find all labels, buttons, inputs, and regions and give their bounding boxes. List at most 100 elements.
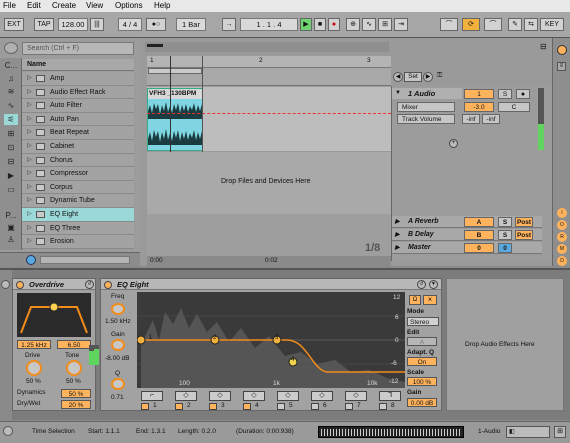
- adapt-q-toggle[interactable]: On: [407, 357, 437, 366]
- return-a-row[interactable]: ▶ A Reverb A S Post: [392, 216, 542, 228]
- band-enable-toggle[interactable]: [175, 403, 183, 410]
- audio-effect-drop-zone[interactable]: Drop Audio Effects Here: [446, 278, 564, 411]
- band-enable-toggle[interactable]: [243, 403, 251, 410]
- expand-icon[interactable]: ▷: [27, 140, 32, 153]
- punch-out-icon[interactable]: ⌒: [484, 18, 502, 31]
- eq8-power-icon[interactable]: [104, 281, 112, 289]
- quantize-select[interactable]: 1 Bar: [176, 18, 206, 31]
- expand-icon[interactable]: ▷: [27, 154, 32, 167]
- freq-knob[interactable]: [111, 303, 125, 315]
- song-position-field[interactable]: 1 . 1 . 4: [240, 18, 298, 31]
- volume-field[interactable]: -3.0: [464, 102, 494, 112]
- automation-arm-icon[interactable]: ∿: [362, 18, 376, 31]
- fold-track-icon[interactable]: ▼: [395, 90, 403, 98]
- stop-button[interactable]: ■: [314, 18, 326, 31]
- device-chain-toggle-icon[interactable]: ⊞: [554, 426, 566, 438]
- master-row[interactable]: ▶ Master 0 0: [392, 242, 542, 254]
- menu-create[interactable]: Create: [52, 1, 76, 10]
- expand-icon[interactable]: ▷: [27, 113, 32, 126]
- plugins-icon[interactable]: ⊟: [4, 156, 18, 167]
- return-a-activator[interactable]: A: [464, 217, 494, 227]
- drive-knob[interactable]: [26, 360, 42, 376]
- play-master-icon[interactable]: ▶: [395, 242, 400, 254]
- band-enable-toggle[interactable]: [345, 403, 353, 410]
- eq8-title[interactable]: EQ Eight: [101, 279, 441, 290]
- band-filter-type-icon[interactable]: ◇: [175, 391, 197, 401]
- return-b-solo[interactable]: S: [498, 230, 512, 240]
- browser-item[interactable]: ▷ Compressor: [22, 167, 134, 181]
- band-filter-type-icon[interactable]: ᒣ: [379, 391, 401, 401]
- expand-icon[interactable]: ▷: [27, 194, 32, 207]
- preview-icon[interactable]: [26, 255, 36, 265]
- dynamics-field[interactable]: 50 %: [61, 389, 91, 398]
- delay-toggle-icon[interactable]: D: [557, 256, 567, 266]
- drop-zone[interactable]: Drop Files and Devices Here: [147, 152, 391, 214]
- menu-options[interactable]: Options: [115, 1, 143, 10]
- arrangement-record-icon[interactable]: [557, 45, 567, 55]
- tempo-nudge-button[interactable]: |||: [90, 18, 104, 31]
- punch-in-icon[interactable]: ⌒: [440, 18, 458, 31]
- browser-name-header[interactable]: Name: [22, 59, 134, 71]
- audio-clip[interactable]: VFH3 _130BPM: [147, 88, 203, 151]
- return-b-row[interactable]: ▶ B Delay B S Post: [392, 229, 542, 241]
- time-ruler-bottom[interactable]: 0:00 0:02: [147, 256, 391, 266]
- menu-help[interactable]: Help: [154, 1, 170, 10]
- solo-button[interactable]: S: [498, 89, 512, 99]
- expand-icon[interactable]: ▷: [27, 167, 32, 180]
- play-return-b-icon[interactable]: ▶: [395, 229, 400, 241]
- eq-graph[interactable]: [137, 292, 405, 388]
- key-map-button[interactable]: KEY: [540, 18, 564, 31]
- ext-sync-button[interactable]: EXT: [4, 18, 24, 31]
- places-icon[interactable]: P...: [4, 210, 18, 221]
- overview-clip-strip[interactable]: [318, 426, 464, 438]
- browser-item[interactable]: ▷ Cabinet: [22, 140, 134, 154]
- band-enable-toggle[interactable]: [379, 403, 387, 410]
- expand-icon[interactable]: ▷: [27, 208, 32, 221]
- overview-bar[interactable]: [145, 42, 389, 52]
- grid-fraction[interactable]: 1/8: [365, 242, 380, 254]
- overdrive-width-field[interactable]: 6.50: [57, 340, 91, 349]
- cpu-icon[interactable]: ⇆: [524, 18, 538, 31]
- expand-icon[interactable]: ▷: [27, 86, 32, 99]
- add-envelope-icon[interactable]: +: [449, 139, 458, 148]
- prev-locator-icon[interactable]: ◀: [393, 72, 403, 82]
- browser-item[interactable]: ▷ Amp: [22, 72, 134, 86]
- browser-item[interactable]: ▷ Auto Pan: [22, 112, 134, 127]
- drywet-field[interactable]: 20 %: [61, 400, 91, 409]
- search-input[interactable]: Search (Ctrl + F): [22, 42, 134, 55]
- overdrive-title[interactable]: Overdrive: [13, 279, 95, 290]
- band-filter-type-icon[interactable]: ⌐: [141, 391, 163, 401]
- band-2-handle[interactable]: 2: [213, 335, 216, 341]
- expand-icon[interactable]: ▷: [27, 235, 32, 248]
- browser-toggle-icon[interactable]: [4, 42, 18, 54]
- audio-effects-icon[interactable]: ⚟: [4, 114, 18, 125]
- expand-icon[interactable]: ▷: [27, 99, 32, 112]
- expand-icon[interactable]: ▷: [27, 126, 32, 139]
- band-4-handle[interactable]: 4: [291, 357, 294, 363]
- band-enable-toggle[interactable]: [277, 403, 285, 410]
- master-pan[interactable]: 0: [498, 243, 512, 253]
- band-filter-type-icon[interactable]: ◇: [311, 391, 333, 401]
- browser-item[interactable]: ▷ Corpus: [22, 180, 134, 195]
- menu-file[interactable]: File: [3, 1, 16, 10]
- overview-handle[interactable]: [147, 44, 163, 47]
- overdub-icon[interactable]: ⊕: [346, 18, 360, 31]
- packs-icon[interactable]: ▣: [4, 222, 18, 233]
- band-filter-type-icon[interactable]: ◇: [209, 391, 231, 401]
- set-locator-button[interactable]: Set: [404, 72, 422, 82]
- return-b-post[interactable]: Post: [515, 230, 533, 240]
- return-a-post[interactable]: Post: [515, 217, 533, 227]
- info-toggle-icon[interactable]: [3, 426, 13, 436]
- master-volume[interactable]: 0: [464, 243, 494, 253]
- collections-icon[interactable]: C...: [4, 60, 18, 71]
- pan-field[interactable]: C: [498, 102, 530, 112]
- band-3-handle[interactable]: 3: [275, 335, 278, 341]
- overdrive-menu-icon[interactable]: ↺: [85, 280, 94, 289]
- browser-item[interactable]: ▷ Auto Filter: [22, 99, 134, 113]
- device-toggle-icon[interactable]: [1, 280, 10, 289]
- loop-switch-icon[interactable]: ⟳: [462, 18, 480, 31]
- loop-brace[interactable]: [147, 68, 391, 86]
- browser-item[interactable]: ▷ Audio Effect Rack: [22, 85, 134, 100]
- metronome-button[interactable]: ●○: [146, 18, 166, 31]
- arm-button[interactable]: ●: [516, 89, 530, 99]
